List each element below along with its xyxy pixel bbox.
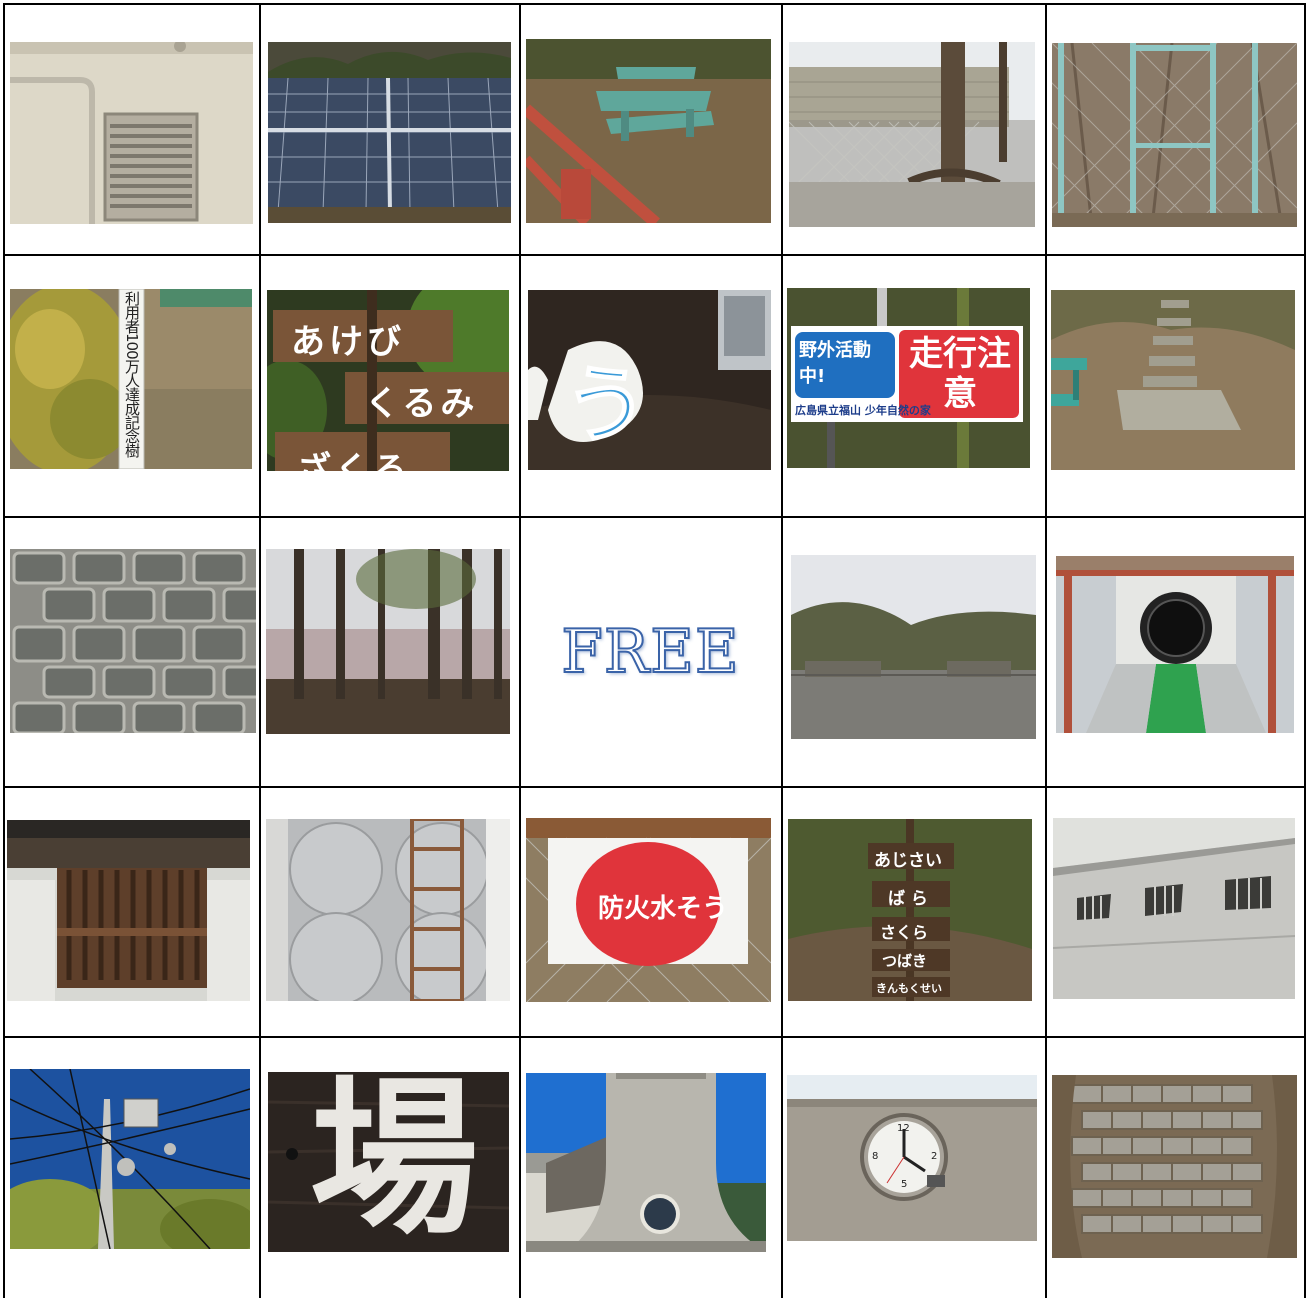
photo-fire-water-tank-sign[interactable]: 防火水そう bbox=[526, 818, 771, 1002]
photo-kanji-sign[interactable]: 場 bbox=[268, 1072, 509, 1252]
clock-numeral-12: 12 bbox=[897, 1123, 910, 1134]
clock-numeral-9: 8 bbox=[872, 1151, 879, 1162]
photo-drain-grate[interactable] bbox=[7, 820, 250, 1001]
grid-line bbox=[3, 254, 1306, 256]
caution-sign-footer: 広島県立福山 少年自然の家 bbox=[795, 404, 931, 417]
photo-stone-steps[interactable] bbox=[1051, 290, 1295, 470]
photo-concrete-monument[interactable] bbox=[526, 1073, 766, 1252]
grid-line bbox=[781, 3, 783, 1298]
photo-picnic-table[interactable] bbox=[526, 39, 771, 223]
photo-solar-panels[interactable] bbox=[268, 42, 511, 223]
photo-flower-signs[interactable]: あじさい ば ら さくら つばき きんもくせい bbox=[788, 819, 1032, 1001]
photo-barred-windows[interactable] bbox=[1053, 818, 1295, 999]
photo-painted-log[interactable]: う bbox=[528, 290, 771, 470]
flower-sign-4: つばき bbox=[882, 952, 928, 970]
kanji-sign-text: 場 bbox=[310, 1072, 478, 1252]
grid-line bbox=[1045, 3, 1047, 1298]
photo-fruit-tree-signs[interactable]: あけび くるみ ざくろ bbox=[267, 290, 509, 471]
photo-forest[interactable] bbox=[266, 549, 510, 734]
fruit-sign-3: ざくろ bbox=[297, 450, 411, 471]
photo-utility-pole[interactable] bbox=[10, 1069, 250, 1249]
grid-line bbox=[3, 3, 1306, 5]
clock-numeral-3: 2 bbox=[931, 1151, 938, 1162]
photo-tunnel-entrance[interactable] bbox=[1056, 556, 1294, 733]
caution-sign-left-text: 野外活動中! bbox=[799, 340, 871, 387]
photo-wall-clock[interactable]: 12 2 5 8 bbox=[787, 1075, 1037, 1241]
clock-numeral-6: 5 bbox=[901, 1179, 908, 1190]
fire-tank-sign-text: 防火水そう bbox=[598, 894, 729, 924]
free-space-label: FREE bbox=[560, 616, 740, 688]
grid-line bbox=[3, 3, 5, 1298]
photo-commemorative-tree-sign[interactable]: 利用者100万人達成記念樹 bbox=[10, 289, 252, 469]
photo-brick-ground[interactable] bbox=[1052, 1075, 1297, 1258]
photo-bingo-grid: 利用者100万人達成記念樹 あけび くるみ ざくろ う 野外活動中! 走行注意 … bbox=[0, 0, 1309, 1298]
flower-sign-2: ば ら bbox=[888, 889, 928, 909]
flower-sign-3: さくら bbox=[880, 923, 929, 942]
photo-caution-sign[interactable]: 野外活動中! 走行注意 広島県立福山 少年自然の家 bbox=[787, 288, 1030, 468]
fruit-sign-1: あけび bbox=[291, 322, 405, 362]
photo-fence-and-tree[interactable] bbox=[789, 42, 1035, 227]
log-paint-text: う bbox=[563, 355, 649, 455]
grid-line bbox=[259, 3, 261, 1298]
flower-sign-1: あじさい bbox=[874, 851, 942, 871]
grid-line bbox=[3, 1036, 1306, 1038]
flower-sign-5: きんもくせい bbox=[876, 982, 942, 995]
fruit-sign-2: くるみ bbox=[365, 384, 479, 424]
grid-line bbox=[1304, 3, 1306, 1298]
commemorative-sign-text: 利用者100万人達成記念樹 bbox=[123, 291, 141, 457]
photo-wall-vent[interactable] bbox=[10, 42, 253, 224]
photo-paving-stones[interactable] bbox=[10, 549, 256, 733]
photo-concrete-roof-view[interactable] bbox=[791, 555, 1036, 739]
photo-fence-gate[interactable] bbox=[1052, 43, 1297, 227]
photo-water-tanks[interactable] bbox=[266, 819, 510, 1001]
